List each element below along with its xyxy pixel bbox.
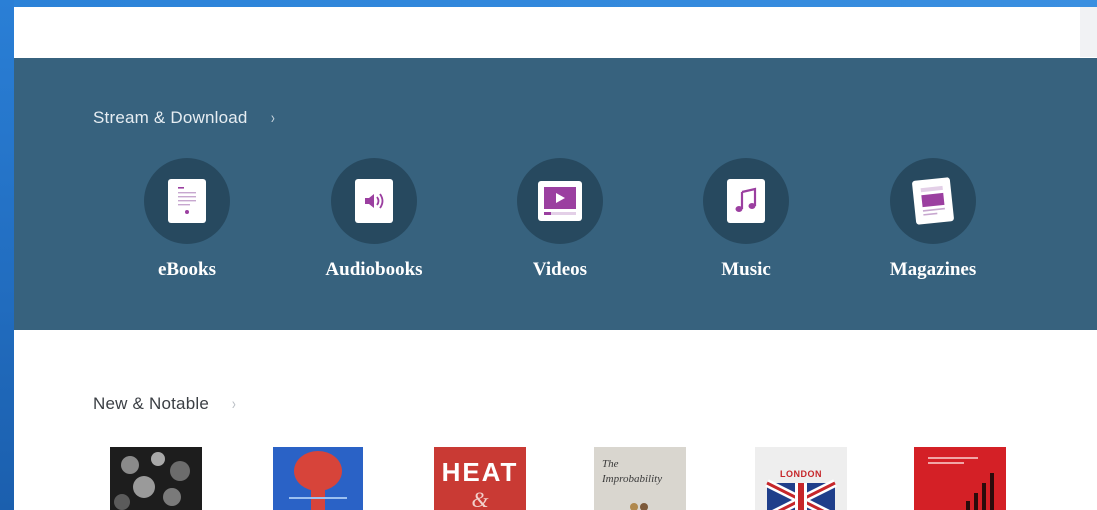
ebook-icon — [168, 179, 206, 223]
category-label: eBooks — [157, 259, 217, 280]
chevron-right-icon[interactable]: › — [270, 108, 274, 128]
video-icon-circle[interactable] — [517, 158, 603, 244]
book-cover[interactable]: HEAT & — [434, 447, 526, 510]
audiobook-icon-circle[interactable] — [331, 158, 417, 244]
category-magazines[interactable]: Magazines — [858, 158, 1008, 281]
book-cover[interactable]: The Improbability — [594, 447, 686, 510]
new-notable-header[interactable]: New & Notable › — [93, 394, 237, 414]
book-cover-row: HEAT & The Improbability LONDON — [14, 447, 1097, 510]
book-cover[interactable] — [914, 447, 1006, 510]
category-label: Videos — [532, 259, 588, 280]
category-videos[interactable]: Videos — [485, 158, 635, 281]
book-cover[interactable] — [273, 447, 363, 510]
book-cover[interactable] — [110, 447, 202, 510]
audiobook-icon — [355, 179, 393, 223]
category-list: eBooks Audiobooks Videos Music Magazines — [14, 158, 1097, 298]
music-icon — [727, 179, 765, 223]
cover-title: HEAT — [441, 457, 519, 487]
category-music[interactable]: Music — [671, 158, 821, 281]
category-label: Magazines — [889, 259, 977, 280]
magazine-icon — [911, 177, 955, 225]
ampersand-mark: & — [471, 487, 489, 510]
video-icon — [538, 181, 582, 221]
category-audiobooks[interactable]: Audiobooks — [299, 158, 449, 281]
chevron-right-icon[interactable]: › — [232, 394, 236, 414]
new-notable-title[interactable]: New & Notable — [93, 394, 209, 414]
stream-download-banner: Stream & Download › eBooks Audiobooks Vi… — [14, 58, 1097, 330]
music-icon-circle[interactable] — [703, 158, 789, 244]
desktop-background-left — [0, 0, 14, 510]
category-label: Audiobooks — [325, 259, 423, 280]
stream-download-header[interactable]: Stream & Download › — [93, 108, 275, 128]
window-edge — [1080, 7, 1097, 57]
magazine-icon-circle[interactable] — [890, 158, 976, 244]
ebook-icon-circle[interactable] — [144, 158, 230, 244]
category-ebooks[interactable]: eBooks — [112, 158, 262, 281]
browser-window: Stream & Download › eBooks Audiobooks Vi… — [14, 7, 1097, 510]
stream-download-title[interactable]: Stream & Download — [93, 108, 248, 128]
category-label: Music — [721, 259, 771, 280]
book-cover[interactable]: LONDON — [755, 447, 847, 510]
